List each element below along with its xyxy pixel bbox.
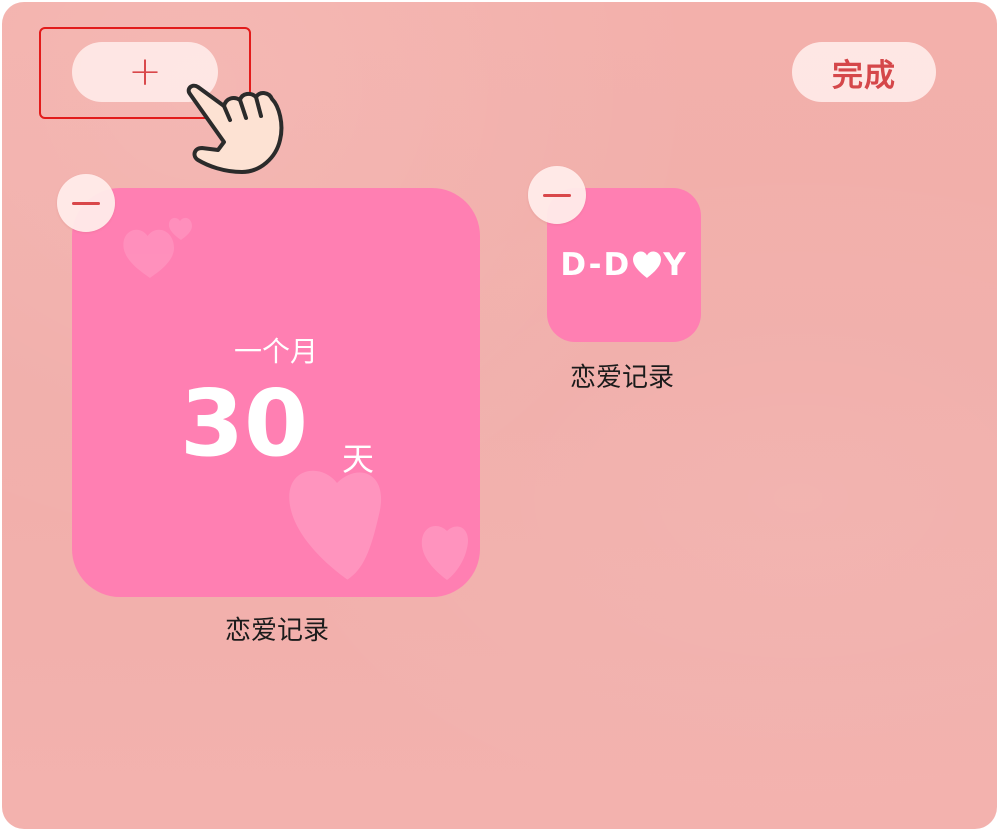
widget-label: 恋爱记录	[569, 363, 674, 393]
widget-label: 恋爱记录	[224, 616, 329, 646]
days-unit: 天	[342, 440, 375, 478]
pointing-hand-icon	[186, 83, 284, 174]
minus-icon	[72, 201, 100, 205]
done-button[interactable]: 完成	[792, 42, 936, 102]
heart-icon	[633, 251, 662, 278]
dday-logo: D-D Y	[560, 247, 688, 283]
widget-edit-screen: + 完成 一个月 30 天 恋爱记录 D-D Y 恋爱记录	[2, 2, 997, 829]
love-record-widget-large[interactable]: 一个月 30 天	[72, 188, 480, 597]
minus-icon	[543, 193, 571, 197]
remove-widget-button[interactable]	[57, 174, 115, 232]
remove-widget-button[interactable]	[528, 166, 586, 224]
duration-subtitle: 一个月	[233, 335, 318, 368]
days-count: 30	[180, 370, 309, 477]
